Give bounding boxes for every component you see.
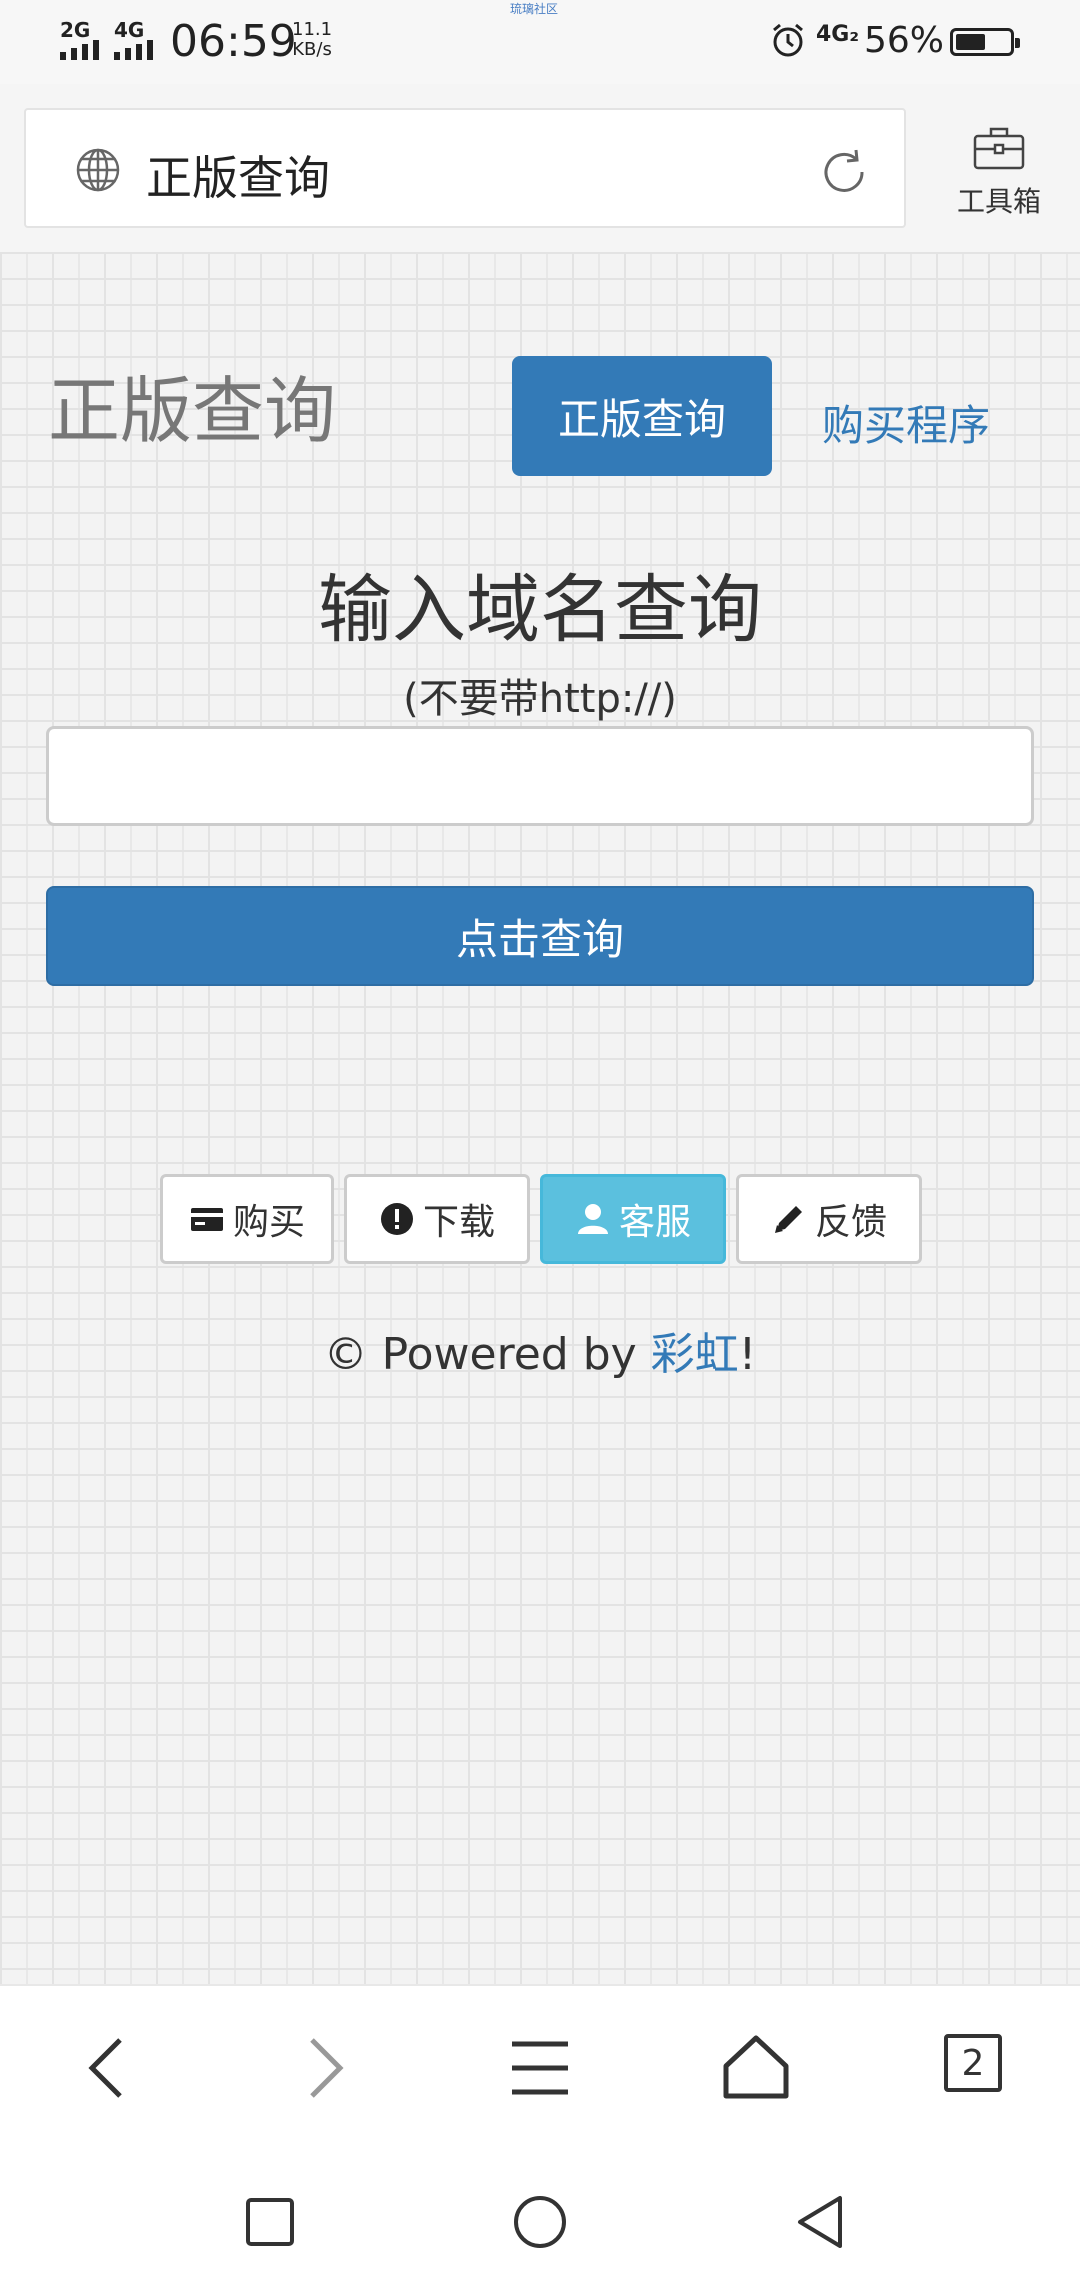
nav-item-query[interactable]: 正版查询	[512, 356, 772, 476]
clock: 06:59	[170, 16, 297, 67]
support-button-label: 客服	[618, 1202, 691, 1243]
web-content: 正版查询 正版查询 购买程序 输入域名查询 (不要带http://) 点击查询 …	[0, 252, 1080, 1984]
pencil-icon	[774, 1206, 802, 1233]
menu-icon[interactable]	[500, 2028, 580, 2108]
signal-bars-icon	[114, 40, 153, 60]
toolbox-icon	[973, 127, 1025, 170]
alarm-icon	[773, 23, 803, 57]
feedback-button-label: 反馈	[814, 1202, 887, 1243]
home-icon[interactable]	[716, 2028, 796, 2108]
forward-icon[interactable]	[284, 2028, 364, 2108]
footer-prefix: © Powered by	[323, 1329, 651, 1380]
support-button[interactable]: 客服	[540, 1174, 726, 1264]
network-speed: 11.1 KB/s	[292, 20, 332, 60]
credit-card-icon	[190, 1208, 223, 1231]
footer-link[interactable]: 彩虹	[651, 1329, 739, 1380]
query-submit-button[interactable]: 点击查询	[46, 886, 1034, 986]
site-brand[interactable]: 正版查询	[48, 352, 336, 457]
domain-input[interactable]	[46, 726, 1034, 826]
signal-4g-label: 4G	[114, 18, 145, 42]
reload-icon[interactable]	[816, 144, 872, 200]
back-triangle-icon[interactable]	[790, 2192, 850, 2252]
tabs-icon[interactable]: 2	[944, 2034, 1002, 2092]
footer-suffix: !	[738, 1329, 757, 1380]
exclamation-circle-icon	[380, 1203, 413, 1235]
toolbox-button[interactable]: 工具箱	[940, 124, 1058, 220]
screen: 2G 4G 06:59 11.1 KB/s 琉璃社区 4G₂ 56% 正版查询 …	[0, 0, 1080, 2280]
battery-percent: 56%	[864, 20, 945, 61]
network-4g2: 4G₂	[816, 22, 860, 47]
query-hint: (不要带http://)	[403, 676, 677, 722]
network-speed-unit: KB/s	[292, 39, 332, 60]
globe-icon	[76, 148, 120, 192]
status-bar: 2G 4G 06:59 11.1 KB/s 琉璃社区 4G₂ 56%	[0, 0, 1080, 84]
address-text: 正版查询	[146, 151, 330, 205]
battery-fill	[956, 34, 985, 50]
signal-2g-label: 2G	[60, 18, 91, 42]
recents-icon[interactable]	[240, 2192, 300, 2252]
query-title: 输入域名查询	[318, 567, 762, 653]
feedback-button[interactable]: 反馈	[736, 1174, 922, 1264]
address-bar[interactable]: 正版查询	[24, 108, 906, 228]
user-icon	[577, 1204, 608, 1234]
signal-bars-icon	[60, 40, 99, 60]
nav-item-buy[interactable]: 购买程序	[822, 392, 990, 453]
battery-icon	[950, 28, 1020, 56]
buy-button-label: 购买	[232, 1202, 305, 1243]
home-circle-icon[interactable]	[510, 2192, 570, 2252]
toolbox-label: 工具箱	[956, 185, 1041, 218]
status-center-text: 琉璃社区	[510, 2, 559, 16]
system-nav-bar	[0, 2154, 1080, 2280]
network-speed-value: 11.1	[292, 19, 333, 40]
back-icon[interactable]	[68, 2028, 148, 2108]
download-button[interactable]: 下载	[344, 1174, 530, 1264]
download-button-label: 下载	[422, 1202, 495, 1243]
browser-bottom-nav: 2	[0, 1984, 1080, 2154]
browser-toolbar: 正版查询 工具箱	[0, 84, 1080, 252]
buy-button[interactable]: 购买	[160, 1174, 334, 1264]
footer: © Powered by 彩虹!	[0, 1318, 1080, 1382]
